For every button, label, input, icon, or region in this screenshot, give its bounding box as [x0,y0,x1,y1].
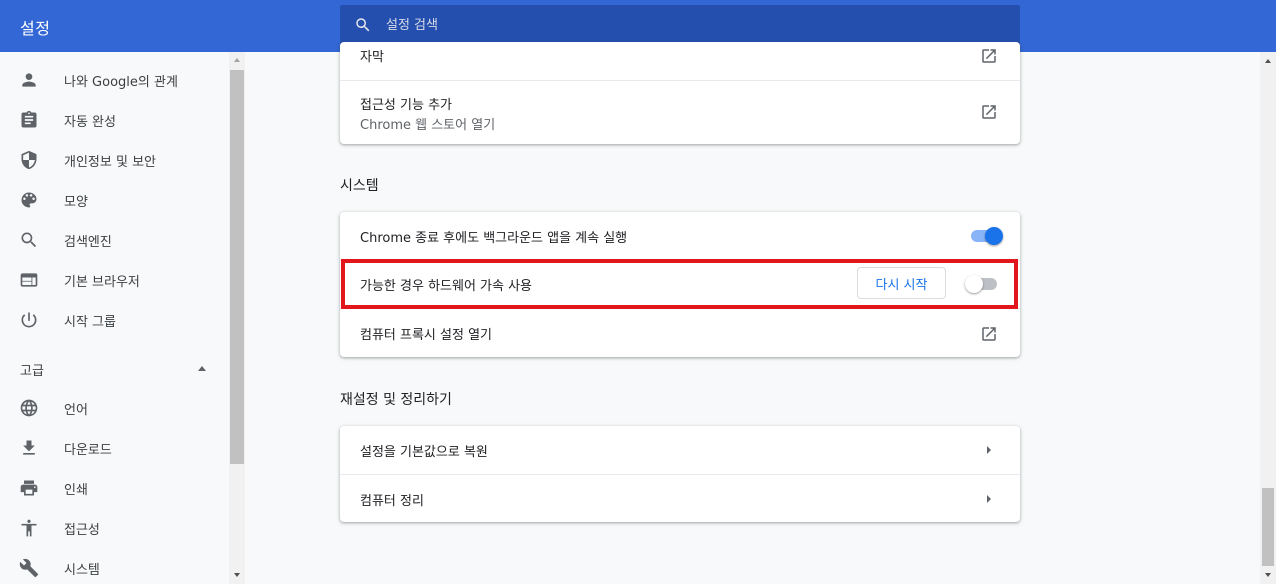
reset-card: 설정을 기본값으로 복원 컴퓨터 정리 [340,426,1020,522]
main-scrollbar[interactable] [1260,52,1276,584]
sidebar-item-system[interactable]: 시스템 [0,548,229,584]
scroll-up-arrow-icon[interactable] [234,58,240,62]
background-apps-label: Chrome 종료 후에도 백그라운드 앱을 계속 실행 [360,231,628,246]
cleanup-computer-row[interactable]: 컴퓨터 정리 [340,474,1020,522]
advanced-label: 고급 [20,364,44,379]
background-apps-row[interactable]: Chrome 종료 후에도 백그라운드 앱을 계속 실행 [340,212,1020,260]
sidebar-item-label: 언어 [64,402,88,418]
person-icon [22,73,36,87]
add-accessibility-title: 접근성 기능 추가 [360,98,452,113]
scrollbar-thumb[interactable] [1262,488,1274,566]
search-icon [356,18,370,32]
captions-label: 자막 [360,50,384,65]
add-accessibility-row[interactable]: 접근성 기능 추가 Chrome 웹 스토어 열기 [340,80,1020,144]
page-title: 설정 [20,19,51,38]
scroll-up-arrow-icon[interactable] [1265,59,1271,63]
sidebar-item-label: 모양 [64,194,88,210]
proxy-settings-row[interactable]: 컴퓨터 프록시 설정 열기 [340,308,1020,357]
printer-icon [20,480,38,496]
sidebar-item-languages[interactable]: 언어 [0,388,229,428]
cleanup-computer-label: 컴퓨터 정리 [360,494,424,509]
palette-icon [21,192,37,208]
clipboard-icon [21,110,37,128]
wrench-icon [19,558,39,578]
scrollbar-thumb[interactable] [230,70,244,464]
sidebar-item-label: 기본 브라우저 [64,274,140,290]
reset-section-title: 재설정 및 정리하기 [340,392,452,408]
hardware-acceleration-row[interactable]: 가능한 경우 하드웨어 가속 사용 다시 시작 [340,260,1020,308]
search-box[interactable] [340,5,1020,45]
shield-icon [21,150,37,170]
accessibility-card: 자막 접근성 기능 추가 Chrome 웹 스토어 열기 [340,42,1020,144]
external-link-icon[interactable] [980,47,998,65]
toggle-knob [985,227,1003,245]
hardware-acceleration-label: 가능한 경우 하드웨어 가속 사용 [360,279,533,294]
proxy-settings-label: 컴퓨터 프록시 설정 열기 [360,328,492,343]
sidebar-item-privacy[interactable]: 개인정보 및 보안 [0,140,229,180]
accessibility-icon [21,519,37,537]
sidebar-item-label: 인쇄 [64,482,88,498]
captions-row[interactable]: 자막 [340,42,1020,80]
power-icon [21,312,37,328]
caret-up-icon [198,366,206,371]
chevron-right-icon [987,495,991,503]
system-card: Chrome 종료 후에도 백그라운드 앱을 계속 실행 가능한 경우 하드웨어… [340,212,1020,357]
sidebar-item-label: 자동 완성 [64,114,116,130]
main-content: 자막 접근성 기능 추가 Chrome 웹 스토어 열기 시스템 Chrome … [245,42,1260,584]
sidebar-item-people[interactable]: 나와 Google의 관계 [0,60,229,100]
scroll-down-arrow-icon[interactable] [1265,573,1271,577]
toggle-knob [965,275,983,293]
sidebar-item-label: 다운로드 [64,442,112,458]
browser-icon [20,273,38,287]
divider [340,474,1020,475]
sidebar-item-appearance[interactable]: 모양 [0,180,229,220]
divider [340,80,1020,81]
divider [340,308,1020,309]
external-link-icon[interactable] [980,325,998,343]
advanced-toggle[interactable]: 고급 [0,352,229,384]
divider [340,260,1020,261]
scroll-down-arrow-icon[interactable] [234,573,240,577]
background-apps-toggle[interactable] [969,226,1003,246]
hardware-acceleration-toggle[interactable] [965,274,999,294]
search-input[interactable] [386,5,1006,45]
sidebar-item-autofill[interactable]: 자동 완성 [0,100,229,140]
globe-icon [20,399,38,417]
sidebar-item-accessibility[interactable]: 접근성 [0,508,229,548]
sidebar-item-label: 개인정보 및 보안 [64,154,156,170]
sidebar-item-default-browser[interactable]: 기본 브라우저 [0,260,229,300]
sidebar-item-search-engine[interactable]: 검색엔진 [0,220,229,260]
external-link-icon[interactable] [980,103,998,121]
system-section-title: 시스템 [340,178,379,194]
sidebar-item-label: 시스템 [64,562,100,578]
chevron-right-icon [987,446,991,454]
sidebar-item-printing[interactable]: 인쇄 [0,468,229,508]
restore-defaults-row[interactable]: 설정을 기본값으로 복원 [340,426,1020,474]
sidebar-scrollbar[interactable] [229,52,245,584]
sidebar-item-label: 검색엔진 [64,234,112,250]
download-icon [23,440,35,455]
restore-defaults-label: 설정을 기본값으로 복원 [360,445,488,460]
sidebar-item-on-startup[interactable]: 시작 그룹 [0,300,229,340]
add-accessibility-subtitle: Chrome 웹 스토어 열기 [360,118,496,133]
restart-button[interactable]: 다시 시작 [857,267,946,299]
search-icon [21,232,37,248]
sidebar-item-downloads[interactable]: 다운로드 [0,428,229,468]
sidebar-item-label: 접근성 [64,522,100,538]
sidebar-item-label: 시작 그룹 [64,314,116,330]
sidebar-item-label: 나와 Google의 관계 [64,74,178,90]
sidebar: 나와 Google의 관계 자동 완성 개인정보 및 보안 모양 검색엔진 기본… [0,52,229,584]
